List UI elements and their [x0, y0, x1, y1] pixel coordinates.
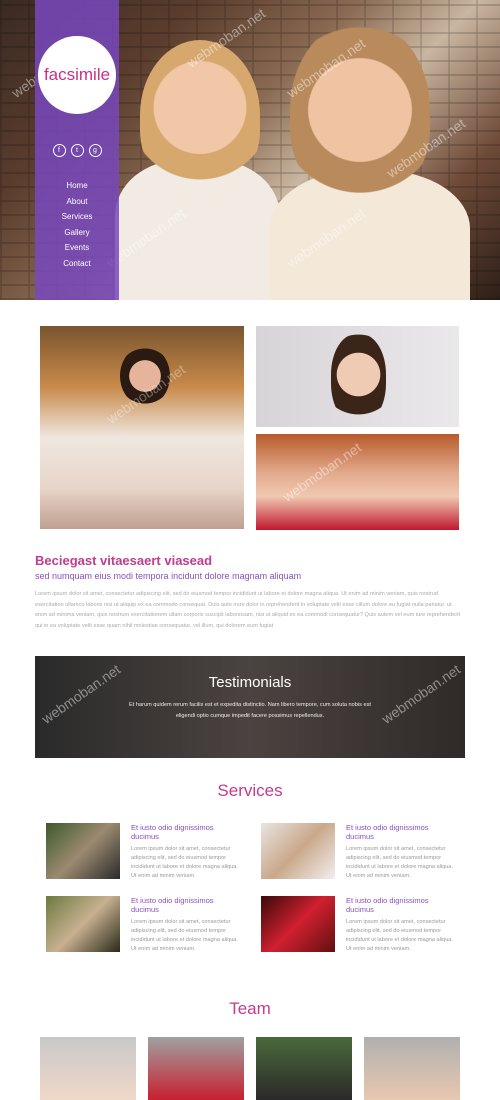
service-text: Lorem ipsum dolor sit amet, consectetur …: [346, 846, 453, 879]
watermark: webmoban.net: [378, 661, 464, 727]
intro-title: Beciegast vitaesaert viasead: [35, 553, 213, 568]
team-member-photo[interactable]: [148, 1037, 244, 1100]
team-member-photo[interactable]: [364, 1037, 460, 1100]
service-title[interactable]: Et iusto odio dignissimos ducimus: [131, 823, 241, 841]
gallery-photo-bottom-right[interactable]: webmoban.net: [256, 434, 459, 530]
service-text: Lorem ipsum dolor sit amet, consectetur …: [131, 846, 238, 879]
twitter-icon[interactable]: t: [70, 144, 84, 157]
service-image[interactable]: [46, 823, 120, 879]
gallery-photo-top-right[interactable]: [256, 326, 459, 427]
nav-item-contact[interactable]: Contact: [35, 256, 119, 272]
nav-item-about[interactable]: About: [35, 194, 119, 210]
sidebar: facsimile f t g Home About Services Gall…: [35, 0, 119, 300]
watermark: webmoban.net: [279, 439, 365, 505]
service-title[interactable]: Et iusto odio dignissimos ducimus: [346, 896, 456, 914]
watermark: webmoban.net: [38, 661, 124, 727]
intro-subtitle: sed numquam eius modi tempora incidunt d…: [35, 571, 302, 581]
gallery-photo-large[interactable]: webmoban.net: [40, 326, 244, 529]
services-title: Services: [217, 781, 283, 800]
intro-body: Lorem ipsum dolor sit amet, consectetur …: [35, 591, 461, 629]
hero-banner: webmoban.net webmoban.net webmoban.net w…: [0, 0, 500, 300]
testimonial-quote: Et harum quidem rerum facilis est et exp…: [129, 702, 371, 719]
team-title: Team: [229, 999, 271, 1018]
service-image[interactable]: [261, 896, 335, 952]
testimonials-banner: Testimonials Et harum quidem rerum facil…: [35, 656, 465, 758]
service-title[interactable]: Et iusto odio dignissimos ducimus: [131, 896, 241, 914]
nav-item-events[interactable]: Events: [35, 240, 119, 256]
nav-item-gallery[interactable]: Gallery: [35, 225, 119, 241]
service-image[interactable]: [261, 823, 335, 879]
service-title[interactable]: Et iusto odio dignissimos ducimus: [346, 823, 456, 841]
google-plus-icon[interactable]: g: [88, 144, 102, 157]
nav-item-home[interactable]: Home: [35, 178, 119, 194]
nav-item-services[interactable]: Services: [35, 209, 119, 225]
logo-text: facsimile: [43, 65, 111, 84]
facebook-icon[interactable]: f: [52, 144, 66, 157]
main-nav: Home About Services Gallery Events Conta…: [35, 178, 119, 271]
logo[interactable]: facsimile: [38, 36, 116, 114]
team-member-photo[interactable]: [40, 1037, 136, 1100]
social-links: f t g: [35, 144, 119, 157]
service-image[interactable]: [46, 896, 120, 952]
service-text: Lorem ipsum dolor sit amet, consectetur …: [346, 919, 453, 952]
service-text: Lorem ipsum dolor sit amet, consectetur …: [131, 919, 238, 952]
team-member-photo[interactable]: [256, 1037, 352, 1100]
